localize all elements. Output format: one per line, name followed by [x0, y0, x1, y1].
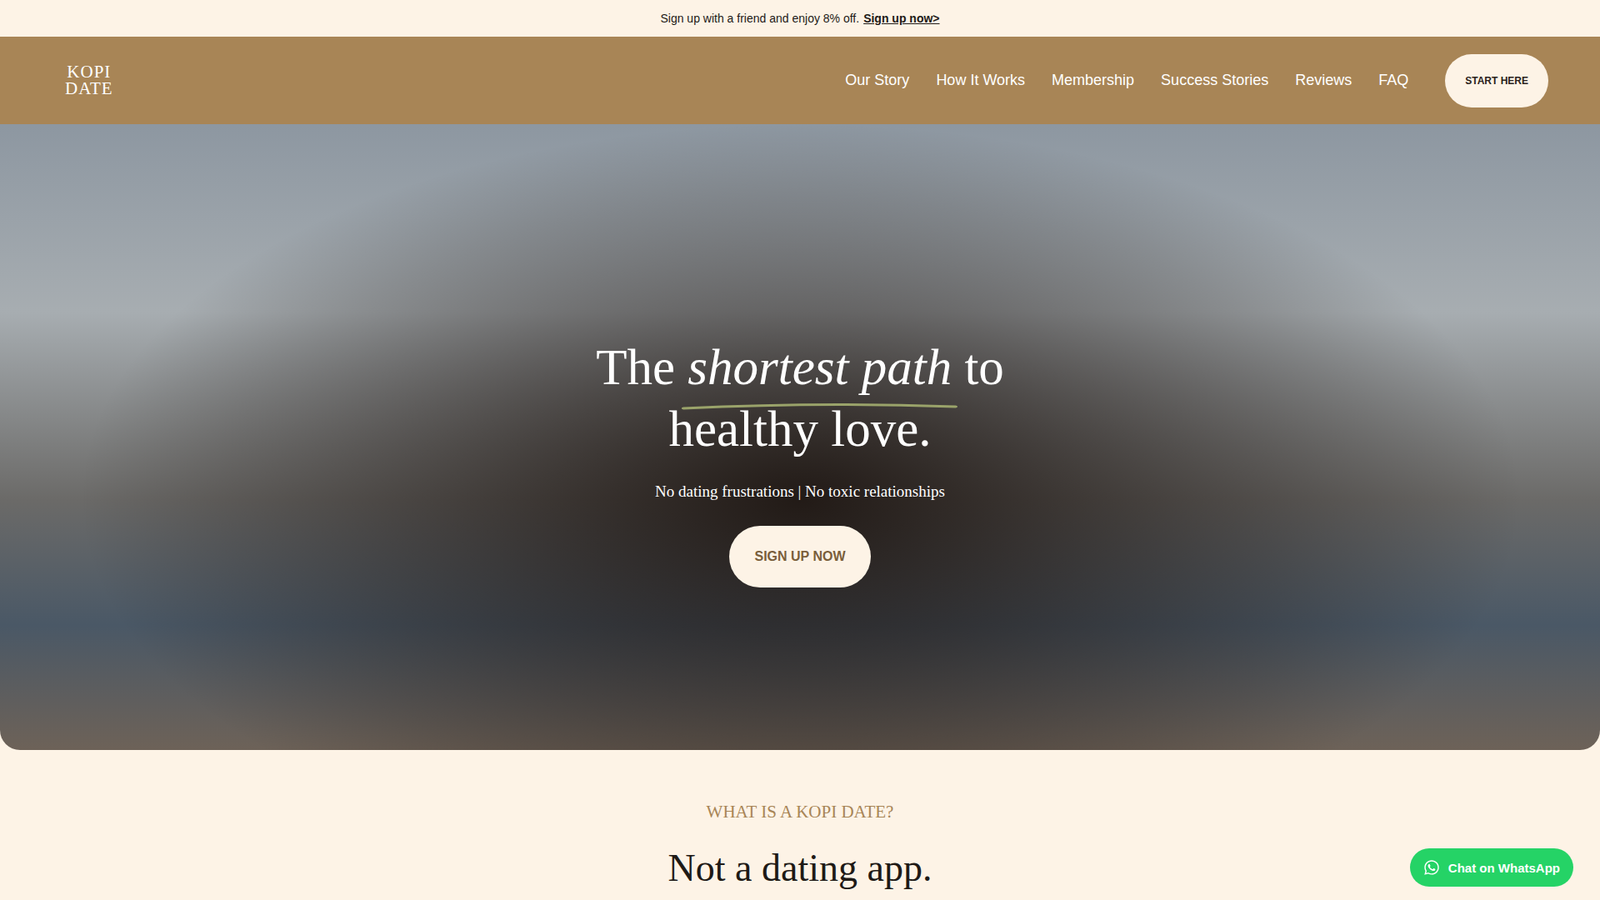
intro-heading: Not a dating app.	[668, 845, 933, 890]
start-here-button[interactable]: START HERE	[1445, 54, 1549, 108]
nav-bar: KOPIDATE Our Story How It Works Membership S…	[0, 36, 1600, 125]
whatsapp-icon	[1423, 859, 1440, 876]
underline-icon	[680, 400, 959, 412]
hero-subtitle: No dating frustrations | No toxic relati…	[655, 482, 945, 501]
intro-section: WHAT IS A KOPI DATE? Not a dating app.	[0, 750, 1600, 900]
nav-link[interactable]: Success Stories	[1160, 71, 1269, 90]
announcement-link[interactable]: Sign up now>	[863, 11, 940, 25]
nav-link[interactable]: Reviews	[1295, 71, 1352, 90]
logo[interactable]: KOPIDATE	[65, 64, 114, 98]
announcement-text: Sign up with a friend and enjoy 8% off.	[660, 11, 860, 25]
intro-eyebrow: WHAT IS A KOPI DATE?	[706, 801, 895, 823]
nav-links: Our Story How It Works Membership Success S…	[845, 71, 1409, 90]
hero-title: The shortest path tohealthy love.	[595, 336, 1005, 459]
whatsapp-chat-label: Chat on WhatsApp	[1448, 860, 1560, 875]
nav-link[interactable]: Membership	[1051, 71, 1135, 90]
nav-link[interactable]: Our Story	[845, 71, 910, 90]
logo-line: KOPI	[66, 64, 111, 81]
nav-link[interactable]: How It Works	[935, 71, 1025, 90]
nav-link[interactable]: FAQ	[1378, 71, 1409, 90]
sign-up-button[interactable]: SIGN UP NOW	[729, 525, 870, 588]
hero-title-emphasis: shortest path	[687, 336, 952, 398]
hero: The shortest path tohealthy love. No dati…	[0, 124, 1600, 750]
announcement-bar: Sign up with a friend and enjoy 8% off.S…	[0, 0, 1600, 37]
logo-line: DATE	[65, 80, 114, 98]
whatsapp-chat-button[interactable]: Chat on WhatsApp	[1410, 848, 1574, 887]
